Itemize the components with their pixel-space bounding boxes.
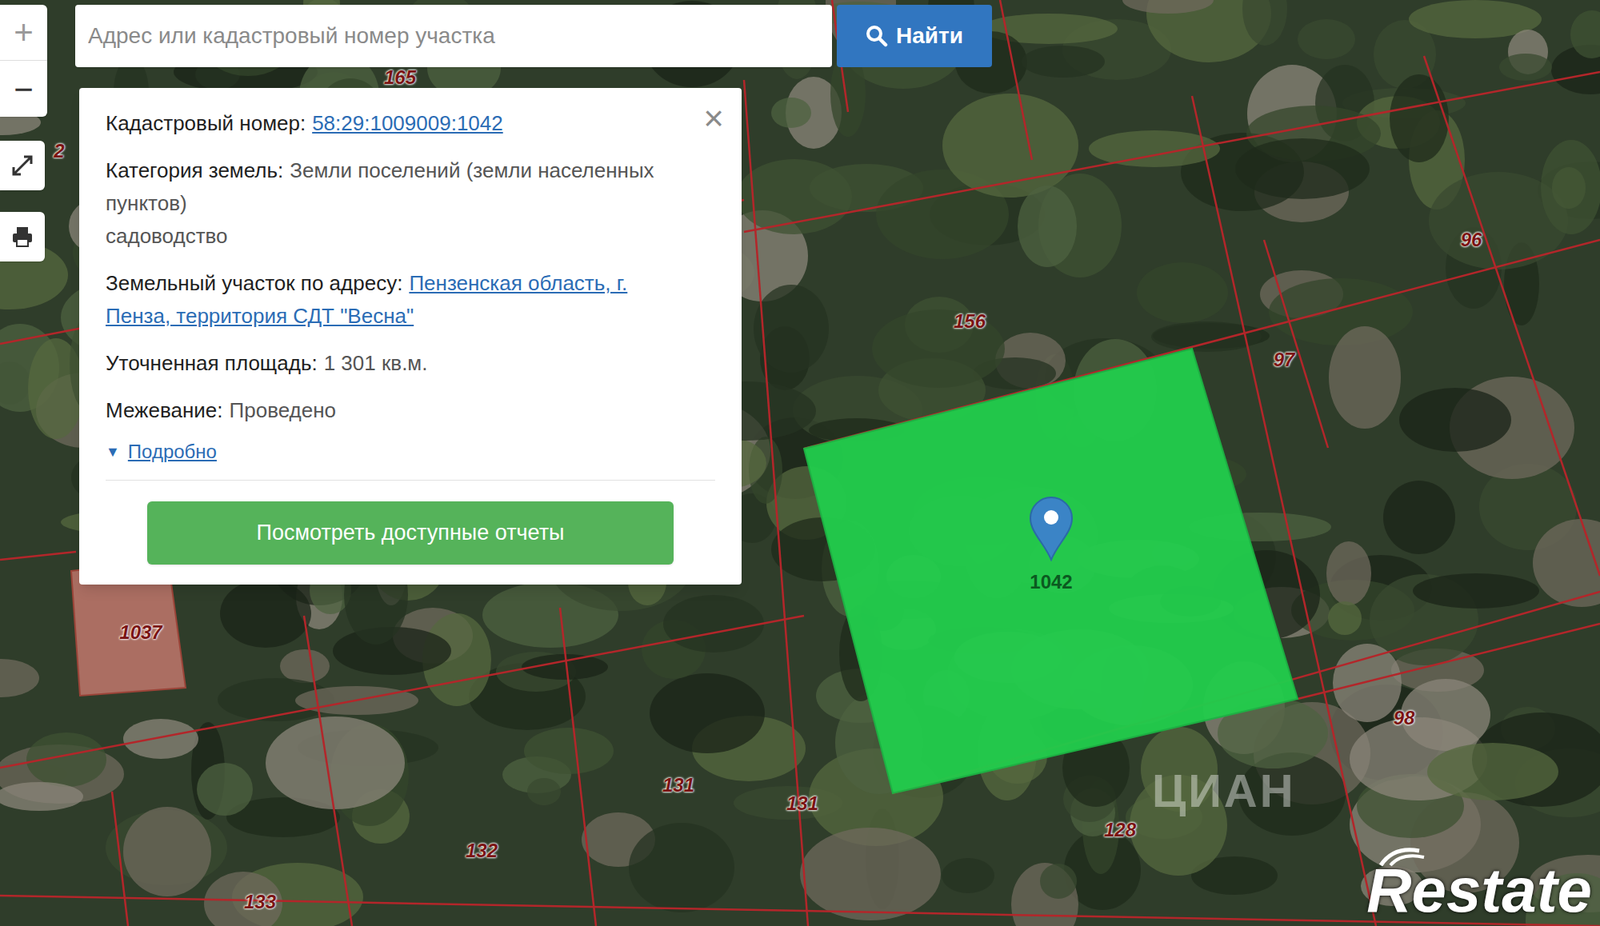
parcel-label[interactable]: 132 xyxy=(465,836,498,866)
logo-text: Restate xyxy=(1366,859,1592,922)
parcel-popup: × Кадастровый номер:58:29:1009009:1042 Кат… xyxy=(79,88,742,585)
caret-down-icon: ▼ xyxy=(105,436,120,468)
parcel-label[interactable]: 131 xyxy=(786,789,819,819)
search-icon xyxy=(865,24,888,48)
restate-logo: Restate xyxy=(1366,844,1592,922)
info-row: Кадастровый номер:58:29:1009009:1042 xyxy=(105,107,660,140)
parcel-label[interactable]: 131 xyxy=(662,771,695,800)
info-row: Межевание:Проведено xyxy=(105,394,660,428)
location-pin-icon[interactable] xyxy=(1027,494,1076,562)
watermark: ЦИАН xyxy=(1152,756,1296,826)
value-note: садоводство xyxy=(105,220,660,253)
parcel-label[interactable]: 96 xyxy=(1460,225,1483,255)
info-row: Земельный участок по адресу:Пензенская о… xyxy=(105,267,660,333)
parcel-label[interactable]: 133 xyxy=(244,888,276,917)
reports-button[interactable]: Посмотреть доступные отчеты xyxy=(147,501,674,565)
close-button[interactable]: × xyxy=(703,100,724,136)
parcel-label[interactable]: 128 xyxy=(1104,816,1136,845)
parcel-label[interactable]: 1042 xyxy=(1029,568,1072,597)
separator xyxy=(105,480,716,481)
field-list: Кадастровый номер:58:29:1009009:1042 Кате… xyxy=(105,107,716,428)
fullscreen-button[interactable] xyxy=(0,140,45,191)
value-text: Проведено xyxy=(229,398,336,423)
search-input[interactable] xyxy=(88,19,820,53)
zoom-in-button[interactable]: + xyxy=(0,4,48,61)
search-bar: Найти xyxy=(75,4,992,68)
info-row: Уточненная площадь:1 301 кв.м. xyxy=(105,347,660,380)
parcel-label[interactable]: 1037 xyxy=(119,618,162,648)
zoom-control: +− xyxy=(0,4,48,117)
expand-icon xyxy=(10,153,35,178)
parcel-label[interactable]: 98 xyxy=(1393,704,1416,733)
print-button[interactable] xyxy=(0,212,45,262)
map-controls: +− xyxy=(0,4,48,262)
info-row: Категория земель:Земли поселений (земли … xyxy=(105,154,660,253)
printer-icon xyxy=(10,224,35,249)
details-toggle[interactable]: ▼Подробно xyxy=(105,436,716,468)
search-field xyxy=(75,4,832,68)
parcel-label[interactable]: 97 xyxy=(1273,345,1296,375)
parcel-area[interactable] xyxy=(804,348,1298,794)
parcel-label[interactable]: 156 xyxy=(953,307,986,336)
value-text: 1 301 кв.м. xyxy=(324,351,428,376)
zoom-out-button[interactable]: − xyxy=(0,60,48,117)
search-button[interactable]: Найти xyxy=(836,4,992,68)
map-view[interactable]: 165215696979810371311311321331281042ЦИАН… xyxy=(0,0,1600,926)
value-link[interactable]: 58:29:1009009:1042 xyxy=(312,111,504,136)
parcel-label[interactable]: 2 xyxy=(53,136,64,166)
